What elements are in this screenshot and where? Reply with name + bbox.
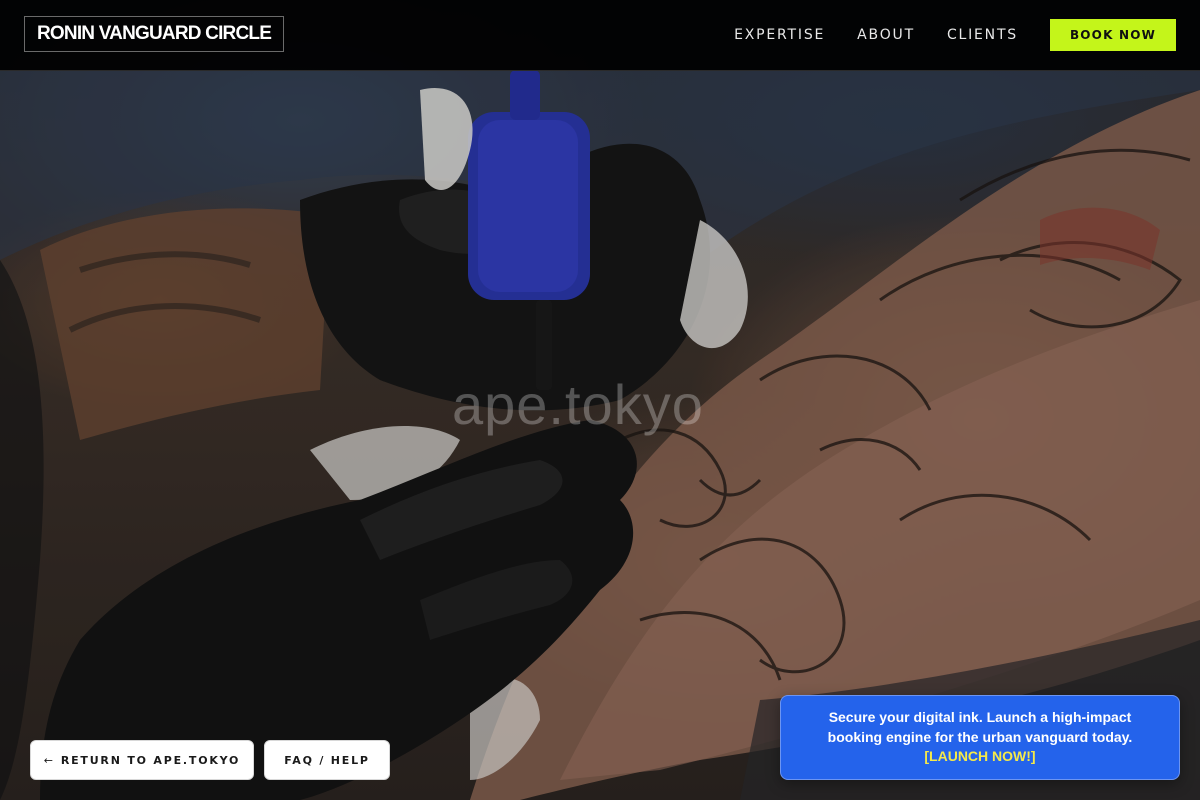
top-navbar: RONIN VANGUARD CIRCLE EXPERTISE ABOUT CL… (0, 0, 1200, 71)
promo-banner: Secure your digital ink. Launch a high-i… (780, 695, 1180, 780)
return-button-label: RETURN TO APE.TOKYO (60, 753, 241, 767)
nav-link-expertise[interactable]: EXPERTISE (734, 27, 825, 43)
arrow-left-icon: ← (43, 753, 55, 767)
watermark-text: ape.tokyo (452, 373, 704, 436)
page: ape.tokyo RONIN VANGUARD CIRCLE EXPERTIS… (0, 0, 1200, 800)
brand-logo[interactable]: RONIN VANGUARD CIRCLE (24, 16, 285, 52)
faq-help-button[interactable]: FAQ / HELP (264, 740, 390, 780)
nav-link-clients[interactable]: CLIENTS (947, 27, 1018, 43)
book-now-button[interactable]: BOOK NOW (1050, 19, 1176, 51)
nav-links: EXPERTISE ABOUT CLIENTS (734, 0, 1018, 70)
return-to-site-button[interactable]: ← RETURN TO APE.TOKYO (30, 740, 254, 780)
launch-now-link[interactable]: [LAUNCH NOW!] (924, 747, 1035, 767)
nav-link-about[interactable]: ABOUT (857, 27, 915, 43)
promo-text: Secure your digital ink. Launch a high-i… (827, 709, 1133, 745)
